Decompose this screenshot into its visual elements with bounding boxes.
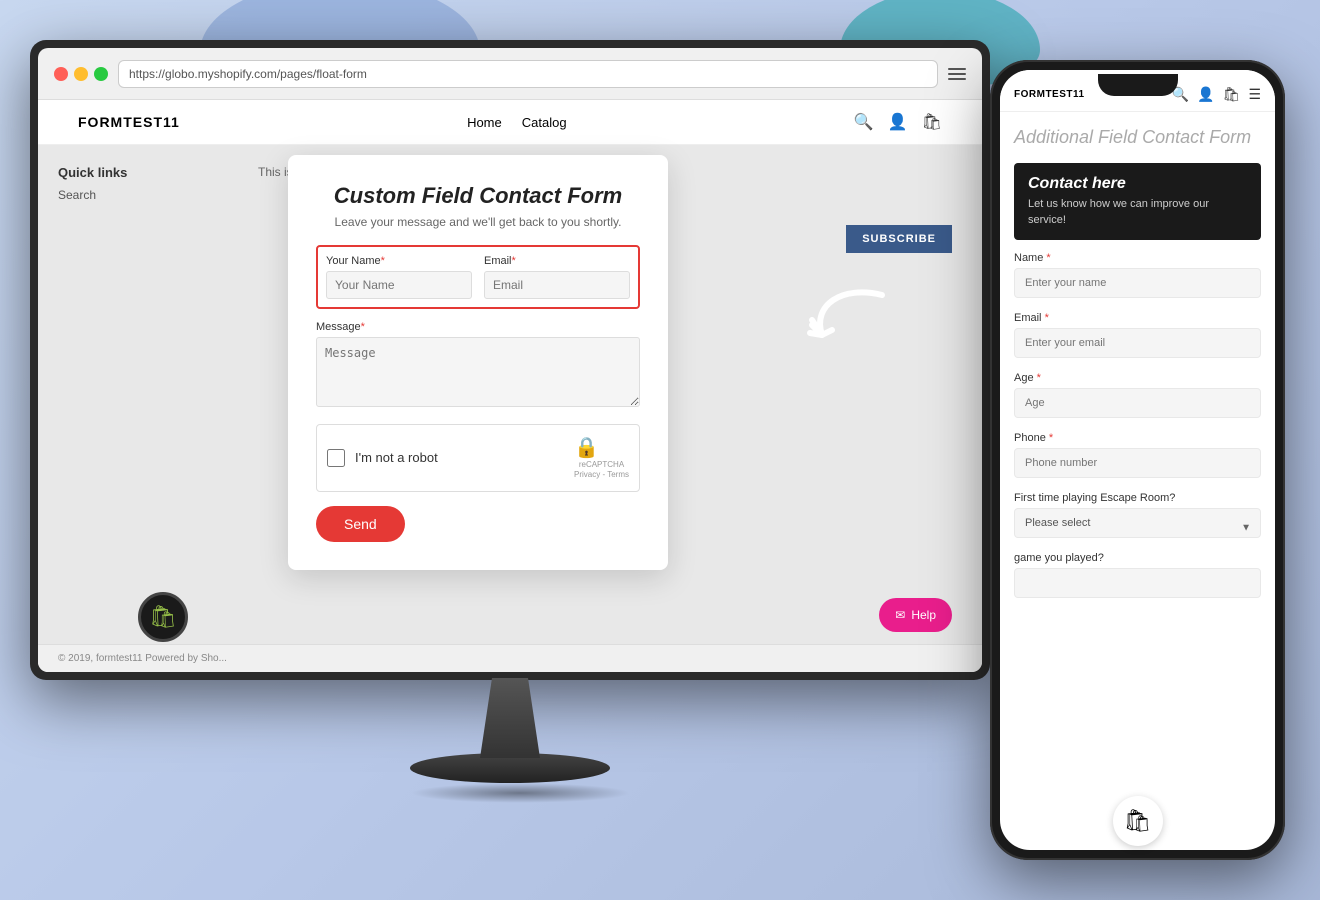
- message-label: Message*: [316, 321, 640, 333]
- store-icons: 🔍 👤 🛍: [854, 112, 942, 132]
- monitor-screen: https://globo.myshopify.com/pages/float-…: [30, 40, 990, 680]
- contact-here-subtitle: Let us know how we can improve our servi…: [1028, 197, 1247, 228]
- message-textarea[interactable]: [316, 337, 640, 407]
- stand-neck: [480, 678, 540, 758]
- account-icon[interactable]: 👤: [888, 112, 908, 132]
- phone-phone-label: Phone *: [1014, 432, 1261, 444]
- subscribe-area: SUBSCRIBE: [846, 225, 952, 253]
- traffic-lights: [54, 67, 108, 81]
- subscribe-button[interactable]: SUBSCRIBE: [846, 225, 952, 253]
- monitor-inner: https://globo.myshopify.com/pages/float-…: [38, 48, 982, 672]
- phone-logo: FORMTEST11: [1014, 89, 1085, 100]
- phone-field-name: Name *: [1014, 252, 1261, 308]
- captcha-checkbox[interactable]: [327, 449, 345, 467]
- phone-age-input[interactable]: [1014, 388, 1261, 418]
- phone-field-escape: First time playing Escape Room? Please s…: [1014, 492, 1261, 548]
- modal-subtitle: Leave your message and we'll get back to…: [316, 215, 640, 229]
- email-label: Email*: [484, 255, 630, 267]
- cart-icon[interactable]: 🛍: [922, 112, 942, 132]
- form-group-message: Message*: [316, 321, 640, 412]
- shopify-icon: 🛍: [149, 604, 177, 630]
- store-sidebar: Quick links Search: [38, 145, 238, 665]
- phone-email-input[interactable]: [1014, 328, 1261, 358]
- phone: FORMTEST11 🔍 👤 🛍 ☰ Additional Field Cont…: [990, 60, 1300, 880]
- phone-account-icon[interactable]: 👤: [1197, 86, 1214, 103]
- url-text: https://globo.myshopify.com/pages/float-…: [129, 67, 367, 81]
- help-button-monitor[interactable]: ✉ Help: [879, 598, 952, 632]
- phone-escape-select[interactable]: Please select: [1014, 508, 1261, 538]
- sidebar-link-search[interactable]: Search: [58, 188, 218, 202]
- store-content: FORMTEST11 Home Catalog 🔍 👤 🛍 Q: [38, 100, 982, 672]
- phone-notch: [1098, 74, 1178, 96]
- phone-cart-icon[interactable]: 🛍: [1223, 86, 1241, 103]
- traffic-light-red[interactable]: [54, 67, 68, 81]
- store-nav: Home Catalog: [467, 115, 567, 130]
- monitor-stand: [410, 678, 610, 808]
- store-logo: FORMTEST11: [78, 114, 180, 130]
- form-group-email: Email*: [484, 255, 630, 299]
- search-icon[interactable]: 🔍: [854, 112, 874, 132]
- contact-here-panel: Contact here Let us know how we can impr…: [1014, 163, 1261, 240]
- url-bar[interactable]: https://globo.myshopify.com/pages/float-…: [118, 60, 938, 88]
- phone-name-input[interactable]: [1014, 268, 1261, 298]
- arrow-decoration: [802, 275, 902, 355]
- store-main: This is a demo p... SUBSCRIBE: [238, 145, 982, 665]
- select-wrapper: Please select ▼: [1014, 508, 1261, 548]
- store-body: Quick links Search This is a demo p... S…: [38, 145, 982, 665]
- shopify-badge-monitor: 🛍: [138, 592, 188, 642]
- modal-title: Custom Field Contact Form: [316, 183, 640, 209]
- email-input[interactable]: [484, 271, 630, 299]
- phone-game-label: game you played?: [1014, 552, 1261, 564]
- phone-field-phone: Phone *: [1014, 432, 1261, 488]
- phone-age-label: Age *: [1014, 372, 1261, 384]
- captcha-brand: 🔒 reCAPTCHA Privacy - Terms: [574, 435, 629, 481]
- send-button[interactable]: Send: [316, 506, 405, 542]
- contact-here-title: Contact here: [1028, 175, 1247, 193]
- shopify-badge-phone: 🛍: [1113, 796, 1163, 846]
- help-icon: ✉: [895, 608, 905, 622]
- sidebar-title: Quick links: [58, 165, 218, 180]
- captcha-label: I'm not a robot: [355, 450, 564, 465]
- contact-modal: Custom Field Contact Form Leave your mes…: [288, 155, 668, 570]
- footer-text: © 2019, formtest11 Powered by Sho...: [58, 653, 227, 664]
- phone-phone-input[interactable]: [1014, 448, 1261, 478]
- phone-field-email: Email *: [1014, 312, 1261, 368]
- store-header: FORMTEST11 Home Catalog 🔍 👤 🛍: [38, 100, 982, 145]
- phone-outer: FORMTEST11 🔍 👤 🛍 ☰ Additional Field Cont…: [990, 60, 1285, 860]
- phone-field-age: Age *: [1014, 372, 1261, 428]
- phone-game-input[interactable]: [1014, 568, 1261, 598]
- phone-screen: FORMTEST11 🔍 👤 🛍 ☰ Additional Field Cont…: [1000, 70, 1275, 850]
- phone-field-game: game you played?: [1014, 552, 1261, 608]
- shopify-phone-icon: 🛍: [1124, 808, 1152, 834]
- form-group-name: Your Name*: [326, 255, 472, 299]
- help-label: Help: [911, 608, 936, 622]
- phone-icons: 🔍 👤 🛍 ☰: [1172, 86, 1261, 103]
- phone-body: Additional Field Contact Form Contact he…: [1000, 112, 1275, 840]
- captcha-logo: 🔒: [574, 435, 629, 460]
- name-label: Your Name*: [326, 255, 472, 267]
- traffic-light-green[interactable]: [94, 67, 108, 81]
- name-input[interactable]: [326, 271, 472, 299]
- nav-home[interactable]: Home: [467, 115, 502, 130]
- phone-escape-label: First time playing Escape Room?: [1014, 492, 1261, 504]
- nav-catalog[interactable]: Catalog: [522, 115, 567, 130]
- browser-chrome: https://globo.myshopify.com/pages/float-…: [38, 48, 982, 100]
- form-row-name-email: Your Name* Email*: [316, 245, 640, 309]
- browser-menu-icon[interactable]: [948, 68, 966, 80]
- phone-email-label: Email *: [1014, 312, 1261, 324]
- phone-menu-icon[interactable]: ☰: [1248, 86, 1261, 103]
- captcha-text: reCAPTCHA Privacy - Terms: [574, 460, 629, 481]
- captcha-row: I'm not a robot 🔒 reCAPTCHA Privacy - Te…: [316, 424, 640, 492]
- store-footer: © 2019, formtest11 Powered by Sho...: [38, 644, 982, 672]
- phone-page-title: Additional Field Contact Form: [1014, 126, 1261, 149]
- phone-name-label: Name *: [1014, 252, 1261, 264]
- traffic-light-yellow[interactable]: [74, 67, 88, 81]
- monitor: https://globo.myshopify.com/pages/float-…: [30, 40, 1030, 820]
- stand-shadow: [410, 783, 630, 803]
